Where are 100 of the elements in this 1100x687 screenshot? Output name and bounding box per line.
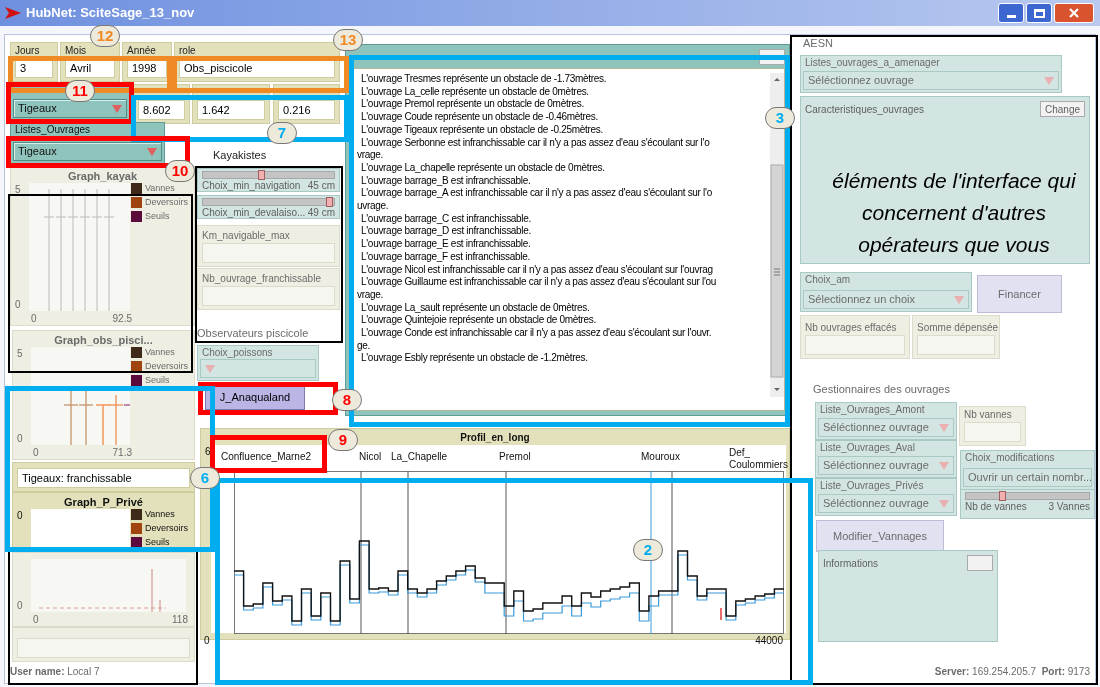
output-line: L'ouvrage Guillaume est infranchissable car il n'y a pas assez d'eau s'écoulant sur l'ou [360,276,718,289]
output-line: L'ouvrage Quintejoie représente un obstacle de 0mètres. [360,314,597,328]
user-name-label: User name: Local 7 [10,665,100,679]
dropdown[interactable]: Tigeaux [13,99,127,118]
output-line: L'ouvrage Tigeaux représente un obstacle de -0.25mètres. [360,123,604,137]
marker-label: Mouroux [641,451,680,463]
clear-button[interactable] [967,555,993,571]
overlay-caption: éléments de l'interface qui concernent d'autres opérateurs que vous [831,168,1077,258]
axis-label: 71.3 [112,448,132,458]
slider-track[interactable] [202,171,335,179]
monitor-value: 8.602 [138,100,185,120]
axis-label: 0 [17,434,23,444]
server-info: Server: 169.254.205.7 Port: 9173 [934,665,1090,679]
legend-label: Seuils [145,538,170,547]
marker-label: Confluence_Marne2 [221,451,312,463]
chooser-label: Listes_ouvrages_a_amenager [804,58,941,68]
monitor-value: 0.216 [278,100,335,120]
axis-label: 0 [15,300,21,310]
output-line: L'ouvrage barrage_B est infranchissable. [360,174,532,188]
caret-icon [939,423,949,432]
dropdown[interactable] [200,359,316,378]
slider-value: 3 Vannes [1048,501,1090,512]
monitor-label: Nb vannes [964,410,1013,420]
axis-label: 0 [17,511,23,521]
plot-title: Profil_en_long [460,431,530,445]
chooser-label: Listes_Ouvrages [14,125,92,135]
minimize-button[interactable] [998,3,1024,23]
caret-icon [205,364,215,373]
slider-value: 45 cm [307,180,335,191]
button[interactable]: Financer [977,275,1062,313]
monitor-label: Mois [65,46,88,56]
axis-label: 92.5 [112,314,132,324]
output-line: L'ouvrage barrage_C est infranchissable. [360,212,533,226]
chooser-label: Choix_modifications [964,453,1056,463]
annotation-number: 13 [333,29,363,51]
output-line: L'ouvrage Coude représente un obstacle de -0.46mètres. [360,111,599,124]
output-line: L'ouvrage Serbonne est infranchissable car il n'y a pas assez d'eau s'écoulant sur l'o [360,136,711,150]
monitor-label: Km_navigable_max [202,231,291,241]
output-line: L'ouvrage Premol représente un obstacle de 0mètres. [360,98,585,112]
chooser-label: Liste_Ouvrages_Aval [819,443,916,453]
axis-label: 0 [33,615,39,625]
scrollbar[interactable] [770,73,784,397]
slider-label: Choix_min_devalaiso... [202,207,306,218]
monitor-label: Année [127,46,157,56]
annotation-number: 12 [90,25,120,47]
axis-label: 0 [17,601,23,611]
output-line: L'ouvrage barrage_E est infranchissable. [360,238,532,251]
legend-label: Vannes [145,348,175,357]
axis-label: 118 [172,615,188,625]
close-icon [1069,8,1079,18]
slider-thumb[interactable] [998,491,1006,501]
axis-label: 6 [205,447,211,457]
monitor-value [964,422,1021,442]
slider-track[interactable] [965,492,1090,500]
dropdown[interactable]: Séléctionnez ouvrage [818,494,954,513]
dropdown[interactable]: Tigeaux [13,142,162,161]
button[interactable]: Modifier_Vannages [816,520,944,552]
section-label: Gestionnaires des ouvrages [813,384,950,395]
maximize-button[interactable] [1026,3,1052,23]
clear-button[interactable]: Change [1039,101,1085,117]
slider-label: Nb de vannes [965,501,1027,512]
dropdown[interactable]: Ouvrir un certain nombr... [963,468,1092,487]
slider-thumb[interactable] [326,197,334,207]
monitor-label: role [179,46,197,56]
legend-label: Vannes [145,184,175,193]
output-line: vrage. [357,149,384,162]
output-line: uvrage. [357,200,390,213]
caret-icon [1044,76,1054,85]
axis-label: 5 [17,349,23,359]
maximize-icon [1033,8,1045,18]
output-line: L'ouvrage Tresmes représente un obstacle de -1.73mètres. [360,73,608,86]
output-line: L'ouvrage La_sault représente un obstacle de 0mètres. [360,301,591,315]
legend-label: Deversoirs [145,362,188,371]
output-line: ge. [357,339,371,353]
minimize-icon [1006,15,1016,18]
caret-icon [112,104,122,113]
legend-label: Seuils [145,376,170,385]
monitor-label: Nb_ouvrage_franchissable [202,274,322,284]
slider-track[interactable] [202,198,335,206]
output-line: vrage. [357,288,384,302]
slider-value: 49 cm [307,207,335,218]
slider-label: Choix_min_navigation [202,180,301,191]
dropdown[interactable]: Séléctionnez ouvrage [818,418,954,437]
legend-label: Vannes [145,510,175,519]
output-line: L'ouvrage La_celle représente un obstacle de 0mètres. [360,85,590,99]
axis-label: 0 [204,636,210,646]
dropdown[interactable]: Séléctionnez ouvrage [818,456,954,475]
chooser-label: Choix_poissons [201,348,274,358]
plot-title: Graph_P_Privé [64,495,143,510]
caret-icon [939,461,949,470]
output-title: Informations [823,556,879,571]
marker-label: La_Chapelle [391,451,448,463]
caret-icon [147,147,157,156]
legend-label: Seuils [145,212,170,221]
slider-thumb[interactable] [257,170,265,180]
plot-title: Graph_kayak [67,169,138,184]
dropdown[interactable]: Sélectionnez un choix [803,290,969,309]
close-button[interactable] [1054,3,1094,23]
dropdown[interactable]: Séléctionnez ouvrage [803,71,1059,90]
axis-label: 44000 [755,636,783,646]
